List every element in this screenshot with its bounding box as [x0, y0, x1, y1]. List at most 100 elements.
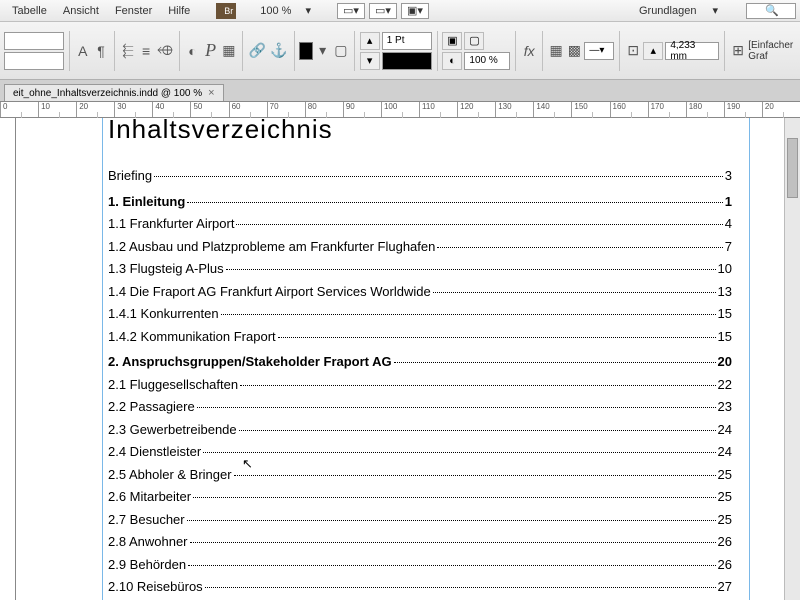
crop-icon[interactable]: ⊡	[625, 40, 641, 62]
toc-page: 25	[718, 465, 732, 485]
opacity-icon[interactable]: ◐	[184, 40, 200, 62]
scrollbar-thumb[interactable]	[787, 138, 798, 198]
zoom-dropdown-icon[interactable]: ▾	[297, 4, 319, 17]
color-dropdown-icon[interactable]: ▾	[315, 40, 331, 62]
para-panel-icon[interactable]: ¶	[93, 40, 109, 62]
toc-leader	[197, 407, 716, 408]
workspace-selector[interactable]: Grundlagen	[631, 5, 705, 17]
horizontal-ruler[interactable]: 0102030405060708090100110120130140150160…	[0, 102, 800, 118]
toc-leader	[240, 385, 715, 386]
anchor-icon[interactable]: ⚓	[269, 40, 288, 62]
toc-label: 1.4.1 Konkurrenten	[108, 304, 219, 324]
toc-page: 24	[718, 442, 732, 462]
toc-label: 2.1 Fluggesellschaften	[108, 375, 238, 395]
wrap-offset[interactable]: —▾	[584, 42, 614, 60]
toc-leader	[193, 497, 715, 498]
toc-entry: 2. Anspruchsgruppen/Stakeholder Fraport …	[108, 352, 732, 372]
document-canvas[interactable]: Inhaltsverzeichnis Briefing31. Einleitun…	[16, 118, 800, 600]
ruler-tick: 190	[724, 102, 762, 117]
menu-hilfe[interactable]: Hilfe	[160, 5, 198, 17]
link-icon[interactable]: 🔗	[248, 40, 267, 62]
toc-entry: 1.3 Flugsteig A-Plus 10	[108, 259, 732, 279]
toc-entry: 2.7 Besucher25	[108, 510, 732, 530]
ruler-tick: 160	[610, 102, 648, 117]
stroke-style[interactable]	[382, 52, 432, 70]
ruler-tick: 180	[686, 102, 724, 117]
toc-page: 23	[718, 397, 732, 417]
zoom-level[interactable]: 100 %	[254, 5, 297, 17]
frametool-icon[interactable]: ⊞	[730, 40, 746, 62]
menu-tabelle[interactable]: Tabelle	[4, 5, 55, 17]
toc-entry: 1. Einleitung1	[108, 192, 732, 212]
textwrap-icon[interactable]: ▦	[221, 40, 237, 62]
stroke-box-icon[interactable]: ▢	[333, 40, 349, 62]
stroke-up-icon[interactable]: ▴	[360, 32, 380, 50]
fitframe-icon[interactable]: ▣	[442, 32, 462, 50]
toc-label: 1.2 Ausbau und Platzprobleme am Frankfur…	[108, 237, 435, 257]
textwrap-none-icon[interactable]: ▦	[548, 40, 564, 62]
toc-label: 1.1 Frankfurter Airport	[108, 214, 234, 234]
menu-ansicht[interactable]: Ansicht	[55, 5, 107, 17]
tint-icon[interactable]: ◐	[442, 52, 462, 70]
view-mode-2-icon[interactable]: ▭▾	[369, 3, 397, 19]
toc-leader	[433, 292, 716, 293]
fitcontent-icon[interactable]: ▢	[464, 32, 484, 50]
font-style-input[interactable]	[4, 52, 64, 70]
vertical-scrollbar[interactable]	[784, 118, 800, 600]
view-mode-1-icon[interactable]: ▭▾	[337, 3, 365, 19]
bridge-icon[interactable]: Br	[216, 3, 236, 19]
toc-leader	[205, 587, 716, 588]
view-mode-3-icon[interactable]: ▣▾	[401, 3, 429, 19]
toc-label: 2.10 Reisebüros	[108, 577, 203, 597]
fill-color[interactable]	[299, 42, 312, 60]
align-center-icon[interactable]: ≡	[138, 40, 154, 62]
toc-leader	[236, 224, 722, 225]
textwrap-around-icon[interactable]: ▩	[566, 40, 582, 62]
ruler-tick: 150	[571, 102, 609, 117]
fx-icon[interactable]: fx	[521, 40, 537, 62]
toc-entry: 2.1 Fluggesellschaften 22	[108, 375, 732, 395]
toc-leader	[187, 520, 716, 521]
ruler-tick: 80	[305, 102, 343, 117]
toc-label: 1. Einleitung	[108, 192, 185, 212]
toc-page: 10	[718, 259, 732, 279]
toc-page: 22	[718, 375, 732, 395]
margin-guide-right	[749, 118, 750, 600]
toc-entry: 1.4.1 Konkurrenten15	[108, 304, 732, 324]
ruler-tick: 20	[762, 102, 800, 117]
margin-guide-left	[102, 118, 103, 600]
toc-entry: 2.3 Gewerbetreibende24	[108, 420, 732, 440]
table-of-contents: Briefing31. Einleitung11.1 Frankfurter A…	[108, 166, 732, 597]
toc-leader	[221, 314, 716, 315]
toc-label: 2.2 Passagiere	[108, 397, 195, 417]
tint-value[interactable]: 100 %	[464, 52, 510, 70]
toc-label: 1.4 Die Fraport AG Frankfurt Airport Ser…	[108, 282, 431, 302]
stroke-down-icon[interactable]: ▾	[360, 52, 380, 70]
stroke-weight[interactable]: 1 Pt	[382, 32, 432, 50]
close-icon[interactable]: ×	[208, 87, 214, 99]
measure-value[interactable]: 4,233 mm	[665, 42, 719, 60]
ruler-tick: 170	[648, 102, 686, 117]
search-input[interactable]: 🔍	[746, 3, 796, 19]
char-panel-icon[interactable]: A	[75, 40, 91, 62]
text-frame[interactable]: Inhaltsverzeichnis Briefing31. Einleitun…	[108, 118, 732, 600]
ruler-tick: 60	[229, 102, 267, 117]
measure-up-icon[interactable]: ▴	[643, 42, 663, 60]
workspace-dropdown-icon[interactable]: ▾	[704, 4, 726, 17]
menu-fenster[interactable]: Fenster	[107, 5, 160, 17]
effects-icon[interactable]: P	[203, 40, 219, 62]
document-tab[interactable]: eit_ohne_Inhaltsverzeichnis.indd @ 100 %…	[4, 84, 224, 101]
toc-label: 1.3 Flugsteig A-Plus	[108, 259, 224, 279]
vertical-ruler[interactable]	[0, 118, 16, 600]
toc-leader	[437, 247, 722, 248]
toc-page: 20	[718, 352, 732, 372]
align-right-icon[interactable]: ⬲	[156, 40, 173, 62]
toc-page: 24	[718, 420, 732, 440]
ruler-tick: 30	[114, 102, 152, 117]
font-family-input[interactable]	[4, 32, 64, 50]
toc-label: 2. Anspruchsgruppen/Stakeholder Fraport …	[108, 352, 392, 372]
toc-page: 4	[725, 214, 732, 234]
ruler-tick: 20	[76, 102, 114, 117]
align-left-icon[interactable]: ⬱	[120, 40, 136, 62]
frametool-label: [Einfacher Graf	[748, 40, 796, 62]
